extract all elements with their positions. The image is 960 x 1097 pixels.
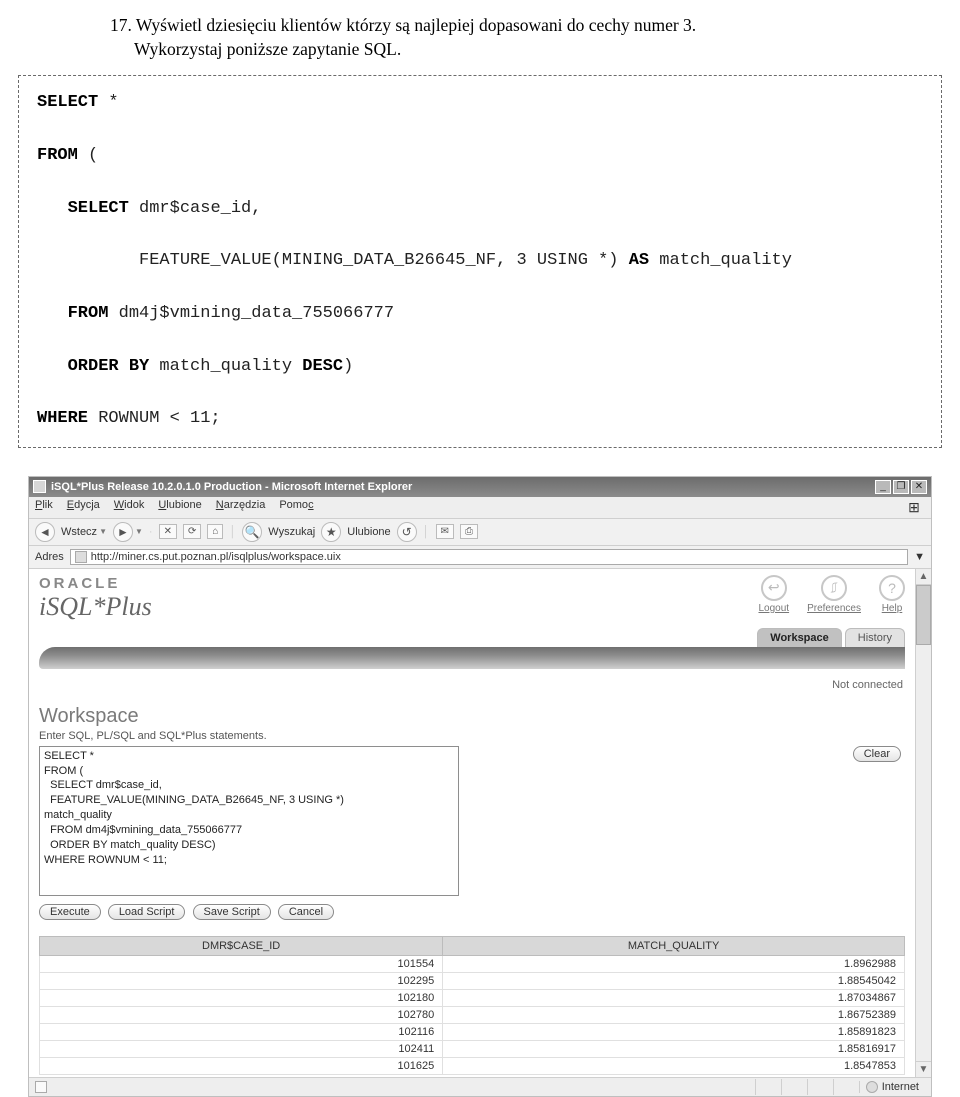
kw-as: AS [629, 251, 649, 270]
status-internet-label: Internet [882, 1081, 919, 1093]
mail-icon[interactable]: ✉ [436, 524, 454, 539]
scroll-thumb[interactable] [916, 585, 931, 645]
history-icon[interactable]: ↺ [397, 522, 417, 542]
oracle-header: ORACLE iSQL*Plus ↩ Logout ⎎ Preferences … [39, 575, 905, 622]
help-link[interactable]: ? Help [879, 575, 905, 614]
minimize-button[interactable]: _ [875, 480, 891, 494]
ie-title-text: iSQL*Plus Release 10.2.0.1.0 Production … [51, 481, 873, 493]
search-label[interactable]: Wyszukaj [268, 526, 315, 538]
header-bar [39, 647, 905, 669]
stop-button[interactable]: ✕ [159, 524, 177, 539]
table-row: 1021801.87034867 [40, 989, 905, 1006]
menu-pomoc[interactable]: Pomoc [279, 499, 313, 516]
table-row: 1024111.85816917 [40, 1040, 905, 1057]
menu-edycja[interactable]: Edycja [67, 499, 100, 516]
cancel-button[interactable]: Cancel [278, 904, 334, 920]
forward-button[interactable]: ► [113, 522, 133, 542]
connection-status: Not connected [39, 679, 903, 691]
status-zone: Internet [859, 1081, 925, 1093]
back-button[interactable]: ◄ [35, 522, 55, 542]
ie-titlebar[interactable]: iSQL*Plus Release 10.2.0.1.0 Production … [29, 477, 931, 497]
preferences-icon: ⎎ [821, 575, 847, 601]
sql-code-block: SELECT * FROM ( SELECT dmr$case_id, FEAT… [18, 75, 942, 447]
favorites-icon[interactable]: ★ [321, 522, 341, 542]
page-icon [75, 551, 87, 563]
close-button[interactable]: ✕ [911, 480, 927, 494]
ie-app-icon [33, 480, 46, 493]
col-matchquality-header: MATCH_QUALITY [443, 936, 905, 955]
address-field[interactable]: http://miner.cs.put.poznan.pl/isqlplus/w… [70, 549, 908, 565]
ie-addressbar: Adres http://miner.cs.put.poznan.pl/isql… [29, 546, 931, 569]
kw-from: FROM [37, 146, 78, 165]
kw-from-inner: FROM [68, 304, 109, 323]
kw-desc: DESC [302, 357, 343, 376]
execute-button[interactable]: Execute [39, 904, 101, 920]
back-dropdown-icon[interactable]: ▼ [99, 527, 107, 536]
table-row: 1022951.88545042 [40, 972, 905, 989]
menu-ulubione[interactable]: Ulubione [158, 499, 201, 516]
workspace-subtitle: Enter SQL, PL/SQL and SQL*Plus statement… [39, 730, 905, 742]
logout-icon: ↩ [761, 575, 787, 601]
internet-zone-icon [866, 1081, 878, 1093]
back-label[interactable]: Wstecz [61, 526, 97, 538]
ie-content-area: ORACLE iSQL*Plus ↩ Logout ⎎ Preferences … [29, 569, 931, 1077]
instruction-block: 17. Wyświetl dziesięciu klientów którzy … [0, 0, 960, 69]
load-script-button[interactable]: Load Script [108, 904, 186, 920]
sql-textarea[interactable] [39, 746, 459, 896]
table-row: 1015541.8962988 [40, 955, 905, 972]
scroll-up-icon[interactable]: ▲ [916, 569, 931, 585]
forward-dropdown-icon[interactable]: ▼ [135, 527, 143, 536]
kw-select-inner: SELECT [68, 199, 129, 218]
menu-plik[interactable]: Plik [35, 499, 53, 516]
windows-logo-icon: ⊞ [903, 499, 925, 516]
clear-button[interactable]: Clear [853, 746, 901, 762]
menu-narzedzia[interactable]: Narzędzia [216, 499, 266, 516]
header-links: ↩ Logout ⎎ Preferences ? Help [758, 575, 905, 614]
preferences-link[interactable]: ⎎ Preferences [807, 575, 861, 614]
instruction-line1: 17. Wyświetl dziesięciu klientów którzy … [110, 14, 870, 38]
instruction-line2: Wykorzystaj poniższe zapytanie SQL. [110, 38, 870, 62]
vertical-scrollbar[interactable]: ▲ ▼ [915, 569, 931, 1077]
status-page-icon [35, 1081, 47, 1093]
save-script-button[interactable]: Save Script [193, 904, 271, 920]
table-row: 1027801.86752389 [40, 1006, 905, 1023]
refresh-button[interactable]: ⟳ [183, 524, 201, 539]
favorites-label[interactable]: Ulubione [347, 526, 390, 538]
logout-link[interactable]: ↩ Logout [758, 575, 789, 614]
isqlplus-text: iSQL*Plus [39, 592, 152, 622]
table-row: 1021161.85891823 [40, 1023, 905, 1040]
table-row: 1016251.8547853 [40, 1057, 905, 1074]
ie-menubar: Plik Edycja Widok Ulubione Narzędzia Pom… [29, 497, 931, 519]
kw-where: WHERE [37, 409, 88, 428]
scroll-down-icon[interactable]: ▼ [916, 1061, 931, 1077]
ie-window: iSQL*Plus Release 10.2.0.1.0 Production … [28, 476, 932, 1097]
home-button[interactable]: ⌂ [207, 524, 223, 539]
tab-workspace[interactable]: Workspace [757, 628, 842, 647]
address-label: Adres [35, 551, 64, 563]
ie-toolbar: ◄ Wstecz ▼ ► ▼ · ✕ ⟳ ⌂ │ 🔍 Wyszukaj ★ Ul… [29, 519, 931, 546]
results-table: DMR$CASE_ID MATCH_QUALITY 1015541.896298… [39, 936, 905, 1075]
maximize-button[interactable]: ❐ [893, 480, 909, 494]
search-icon[interactable]: 🔍 [242, 522, 262, 542]
workspace-title: Workspace [39, 705, 905, 728]
help-icon: ? [879, 575, 905, 601]
menu-widok[interactable]: Widok [114, 499, 145, 516]
kw-select: SELECT [37, 93, 98, 112]
address-dropdown-icon[interactable]: ▼ [914, 551, 925, 563]
oracle-logo: ORACLE iSQL*Plus [39, 575, 152, 622]
tab-history[interactable]: History [845, 628, 905, 647]
action-buttons: Execute Load Script Save Script Cancel [39, 904, 905, 920]
print-icon[interactable]: ⎙ [460, 524, 478, 539]
tabs: Workspace History [39, 628, 905, 647]
col-caseid-header: DMR$CASE_ID [40, 936, 443, 955]
address-url: http://miner.cs.put.poznan.pl/isqlplus/w… [91, 551, 341, 563]
oracle-brand: ORACLE [39, 575, 152, 592]
kw-orderby: ORDER BY [68, 357, 150, 376]
